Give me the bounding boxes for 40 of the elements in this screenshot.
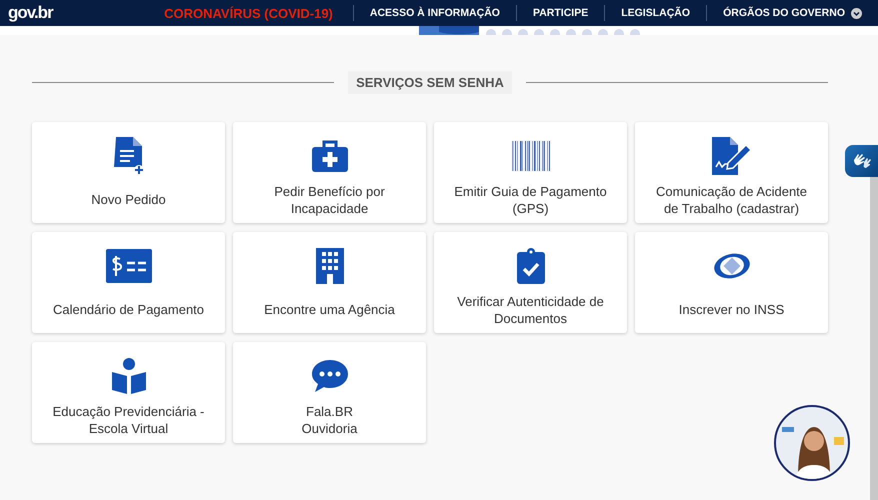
building-icon: [314, 248, 344, 284]
service-label: Pedir Benefício por Incapacidade: [273, 182, 386, 218]
service-label: Verificar Autenticidade de Documentos: [456, 292, 605, 328]
service-card[interactable]: Encontre uma Agência: [233, 232, 426, 333]
service-card[interactable]: Emitir Guia de Pagamento (GPS): [434, 122, 627, 223]
clipboard-check-icon: [516, 248, 544, 284]
service-label: Comunicação de Acidente de Trabalho (cadastrar): [654, 182, 808, 218]
nav-link[interactable]: ACESSO À INFORMAÇÃO: [352, 5, 516, 21]
service-card[interactable]: Comunicação de Acidente de Trabalho (cadastrar): [635, 122, 828, 223]
service-label: Encontre uma Agência: [263, 301, 396, 319]
service-card[interactable]: Inscrever no INSS: [635, 232, 828, 333]
service-card[interactable]: Fala.BR Ouvidoria: [233, 342, 426, 443]
chevron-down-icon: [851, 8, 862, 18]
alert-link[interactable]: CORONAVÍRUS (COVID-19): [148, 5, 353, 21]
service-label: Educação Previdenciária - Escola Virtual: [52, 402, 206, 438]
service-label: Emitir Guia de Pagamento (GPS): [453, 182, 608, 218]
speech-bubble-icon: [310, 359, 348, 393]
nav-link[interactable]: LEGISLAÇÃO: [604, 5, 706, 21]
reading-person-icon: [110, 358, 148, 394]
section-title: SERVIÇOS SEM SENHA: [348, 71, 512, 94]
barcode-icon: [512, 141, 550, 171]
service-label: Inscrever no INSS: [678, 301, 786, 319]
service-card[interactable]: Novo Pedido: [32, 122, 225, 223]
service-label: Fala.BR Ouvidoria: [300, 402, 358, 438]
menu-link[interactable]: ÓRGÃOS DO GOVERNO: [706, 5, 878, 21]
gov-logo[interactable]: gov.br: [8, 3, 148, 23]
document-icon: [114, 137, 144, 175]
hands-icon: [852, 152, 872, 170]
service-card[interactable]: Calendário de Pagamento: [32, 232, 225, 333]
sign-language-button[interactable]: [845, 145, 878, 177]
service-card[interactable]: Verificar Autenticidade de Documentos: [434, 232, 627, 333]
nav-link[interactable]: PARTICIPE: [516, 5, 604, 21]
service-label: Calendário de Pagamento: [52, 301, 206, 319]
service-card[interactable]: Pedir Benefício por Incapacidade: [233, 122, 426, 223]
medical-kit-icon: [310, 139, 348, 173]
service-card[interactable]: Educação Previdenciária - Escola Virtual: [32, 342, 225, 443]
payment-slip-icon: [106, 249, 152, 283]
service-label: Novo Pedido: [90, 191, 167, 209]
inss-logo-icon: [712, 252, 750, 280]
scrollbar-thumb[interactable]: [870, 177, 878, 500]
